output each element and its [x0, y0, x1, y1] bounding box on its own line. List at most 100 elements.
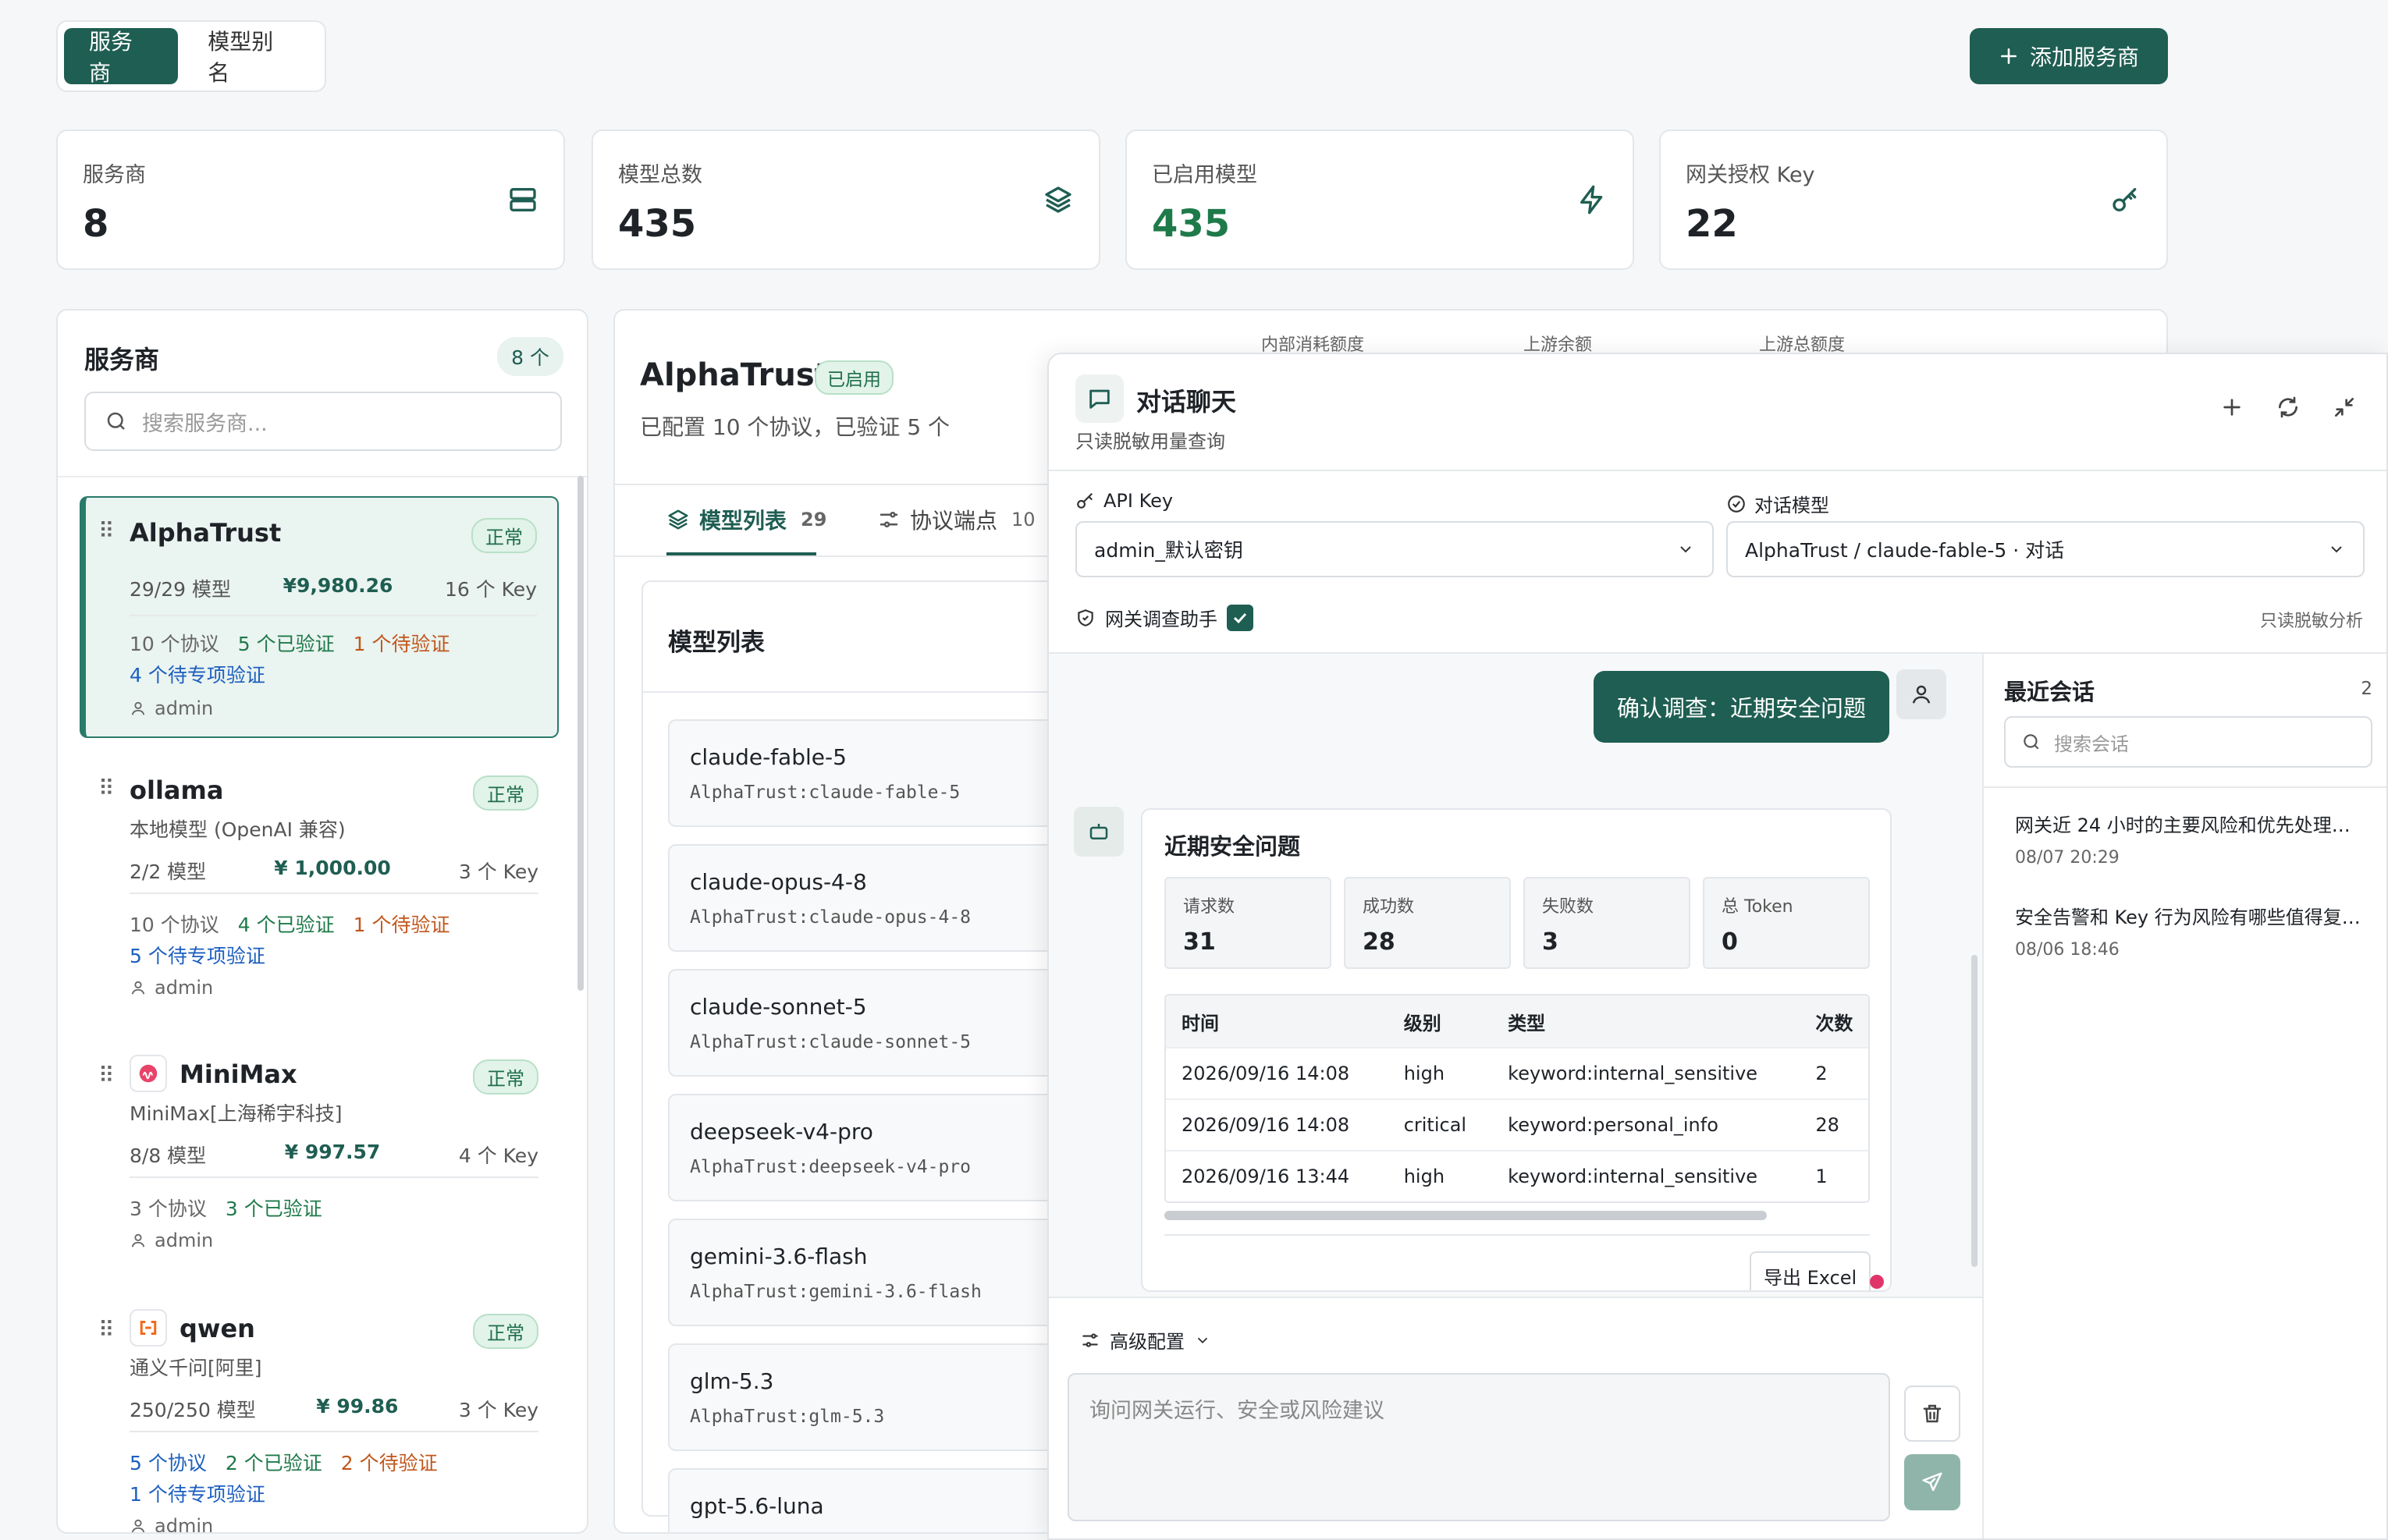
special-pending-link[interactable]: 1 个待专项验证	[130, 1479, 265, 1507]
key-count: 4 个 Key	[458, 1144, 538, 1167]
send-button[interactable]	[1904, 1454, 1960, 1510]
tab-protocol-endpoints[interactable]: 协议端点 10	[877, 504, 1036, 535]
tab-model-list[interactable]: 模型列表 29	[666, 504, 826, 535]
cell-level: high	[1403, 1166, 1445, 1187]
cell-level: critical	[1403, 1114, 1467, 1136]
stat-label: 网关授权 Key	[1686, 163, 1815, 187]
stat-card-models: 模型总数 435	[592, 130, 1100, 270]
pending-count: 1 个待验证	[353, 914, 450, 936]
api-key-select[interactable]: admin_默认密钥	[1075, 521, 1714, 577]
bot-avatar-icon	[1074, 807, 1124, 857]
chat-subtitle: 只读脱敏用量查询	[1075, 431, 1225, 452]
stat-card-providers: 服务商 8	[56, 130, 565, 270]
divider	[1164, 1234, 1870, 1236]
qwen-logo-icon	[130, 1309, 167, 1347]
session-search-input[interactable]: 搜索会话	[2004, 716, 2372, 768]
metric-value: 28	[1363, 928, 1395, 956]
tab-count: 10	[1011, 509, 1036, 530]
provider-item-minimax[interactable]: ⠿ MiniMax 正常 MiniMax[上海稀宇科技] 8/8 模型 ¥ 99…	[80, 1050, 559, 1276]
key-count: 16 个 Key	[444, 578, 537, 601]
provider-name: AlphaTrust	[130, 518, 282, 548]
provider-name: MiniMax	[179, 1059, 297, 1089]
provider-item-qwen[interactable]: ⠿ qwen 正常 通义千问[阿里] 250/250 模型 ¥ 99.86 3 …	[80, 1304, 559, 1532]
divider	[130, 1176, 538, 1178]
provider-item-ollama[interactable]: ⠿ ollama 正常 本地模型 (OpenAI 兼容) 2/2 模型 ¥ 1,…	[80, 766, 559, 1024]
provider-desc: MiniMax[上海稀宇科技]	[130, 1102, 343, 1125]
session-title: 网关近 24 小时的主要风险和优先处理建议	[2015, 814, 2366, 836]
verified-count: 3 个已验证	[225, 1198, 322, 1220]
drag-handle-icon[interactable]: ⠿	[98, 518, 115, 544]
user-icon	[130, 700, 147, 717]
session-item[interactable]: 网关近 24 小时的主要风险和优先处理建议 08/07 20:29	[2015, 810, 2366, 868]
verified-count: 2 个已验证	[225, 1452, 322, 1474]
assistant-label: 网关调查助手	[1105, 609, 1217, 630]
notification-dot	[1870, 1275, 1884, 1289]
tab-providers[interactable]: 服务商	[64, 28, 179, 86]
chat-drawer: 对话聊天 只读脱敏用量查询 API Key admin_默认密钥 对话模型 Al…	[1047, 353, 2388, 1540]
special-pending-link[interactable]: 5 个待专项验证	[130, 941, 265, 969]
drag-handle-icon[interactable]: ⠿	[98, 1317, 115, 1343]
status-badge: 正常	[473, 1059, 538, 1095]
add-provider-label: 添加服务商	[2029, 44, 2139, 70]
provider-search-input[interactable]: 搜索服务商...	[84, 392, 562, 451]
chat-bubble-icon	[1075, 374, 1124, 423]
plus-icon	[1999, 46, 2019, 66]
add-provider-button[interactable]: 添加服务商	[1970, 28, 2168, 84]
verified-count: 5 个已验证	[237, 633, 335, 655]
divider	[130, 892, 538, 894]
owner-name: admin	[155, 977, 214, 999]
owner-name: admin	[155, 697, 214, 719]
label-text: 对话模型	[1754, 495, 1829, 516]
cell-time: 2026/09/16 14:08	[1182, 1063, 1350, 1084]
balance-amount: ¥ 99.86	[316, 1395, 399, 1418]
metric-card: 失败数 3	[1523, 877, 1690, 969]
provider-item-alphatrust[interactable]: ⠿ AlphaTrust 正常 29/29 模型 ¥9,980.26 16 个 …	[80, 496, 559, 738]
tab-label: 协议端点	[910, 508, 998, 534]
search-icon	[105, 410, 128, 433]
export-excel-button[interactable]: 导出 Excel	[1750, 1251, 1871, 1290]
clear-chat-button[interactable]	[1904, 1386, 1960, 1442]
provider-desc: 本地模型 (OpenAI 兼容)	[130, 818, 346, 841]
refresh-icon[interactable]	[2276, 395, 2301, 420]
chat-model-select[interactable]: AlphaTrust / claude-fable-5 · 对话	[1726, 521, 2365, 577]
divider	[1984, 786, 2386, 788]
stat-label: 服务商	[83, 163, 146, 187]
special-pending-link[interactable]: 4 个待专项验证	[130, 660, 265, 688]
protocol-tags: 5 个协议 2 个已验证 2 个待验证	[130, 1448, 438, 1476]
balance-amount: ¥9,980.26	[283, 574, 393, 597]
layers-icon	[666, 508, 690, 531]
protocol-tags: 10 个协议 5 个已验证 1 个待验证	[130, 629, 450, 657]
tab-count: 29	[801, 509, 827, 530]
assistant-checkbox[interactable]	[1227, 604, 1253, 631]
stat-label: 已启用模型	[1152, 163, 1257, 187]
conversation-scrollbar[interactable]	[1971, 955, 1978, 1267]
cell-type: keyword:personal_info	[1508, 1114, 1718, 1136]
status-badge: 正常	[473, 1314, 538, 1349]
column-header: 次数	[1815, 1012, 1853, 1034]
tab-label: 模型列表	[699, 508, 787, 534]
session-item[interactable]: 安全告警和 Key 行为风险有哪些值得复核的点 08/06 18:46	[2015, 902, 2366, 960]
chevron-down-icon	[2327, 540, 2346, 559]
stat-value: 22	[1686, 202, 1738, 246]
column-header: 时间	[1182, 1012, 1219, 1034]
drag-handle-icon[interactable]: ⠿	[98, 1063, 115, 1088]
model-count: 8/8 模型	[130, 1144, 207, 1167]
metric-value: 0	[1722, 928, 1738, 956]
drag-handle-icon[interactable]: ⠿	[98, 775, 115, 801]
advanced-config-toggle[interactable]: 高级配置	[1080, 1326, 1211, 1354]
new-chat-plus-icon[interactable]	[2219, 395, 2244, 420]
recent-count: 2	[2361, 679, 2372, 699]
advanced-label: 高级配置	[1110, 1331, 1185, 1353]
protocol-tags: 3 个协议 3 个已验证	[130, 1194, 322, 1222]
chat-input[interactable]: 询问网关运行、安全或风险建议	[1068, 1373, 1890, 1521]
providers-scrollbar[interactable]	[577, 476, 584, 991]
metric-card: 请求数 31	[1164, 877, 1331, 969]
cell-type: keyword:internal_sensitive	[1508, 1166, 1758, 1187]
model-count: 29/29 模型	[130, 578, 231, 601]
cell-count: 28	[1815, 1114, 1839, 1136]
tab-model-aliases[interactable]: 模型别名	[183, 28, 318, 86]
table-horizontal-scrollbar[interactable]	[1164, 1211, 1767, 1220]
user-icon	[130, 979, 147, 996]
collapse-icon[interactable]	[2332, 395, 2357, 420]
protocol-count: 3 个协议	[130, 1198, 207, 1220]
